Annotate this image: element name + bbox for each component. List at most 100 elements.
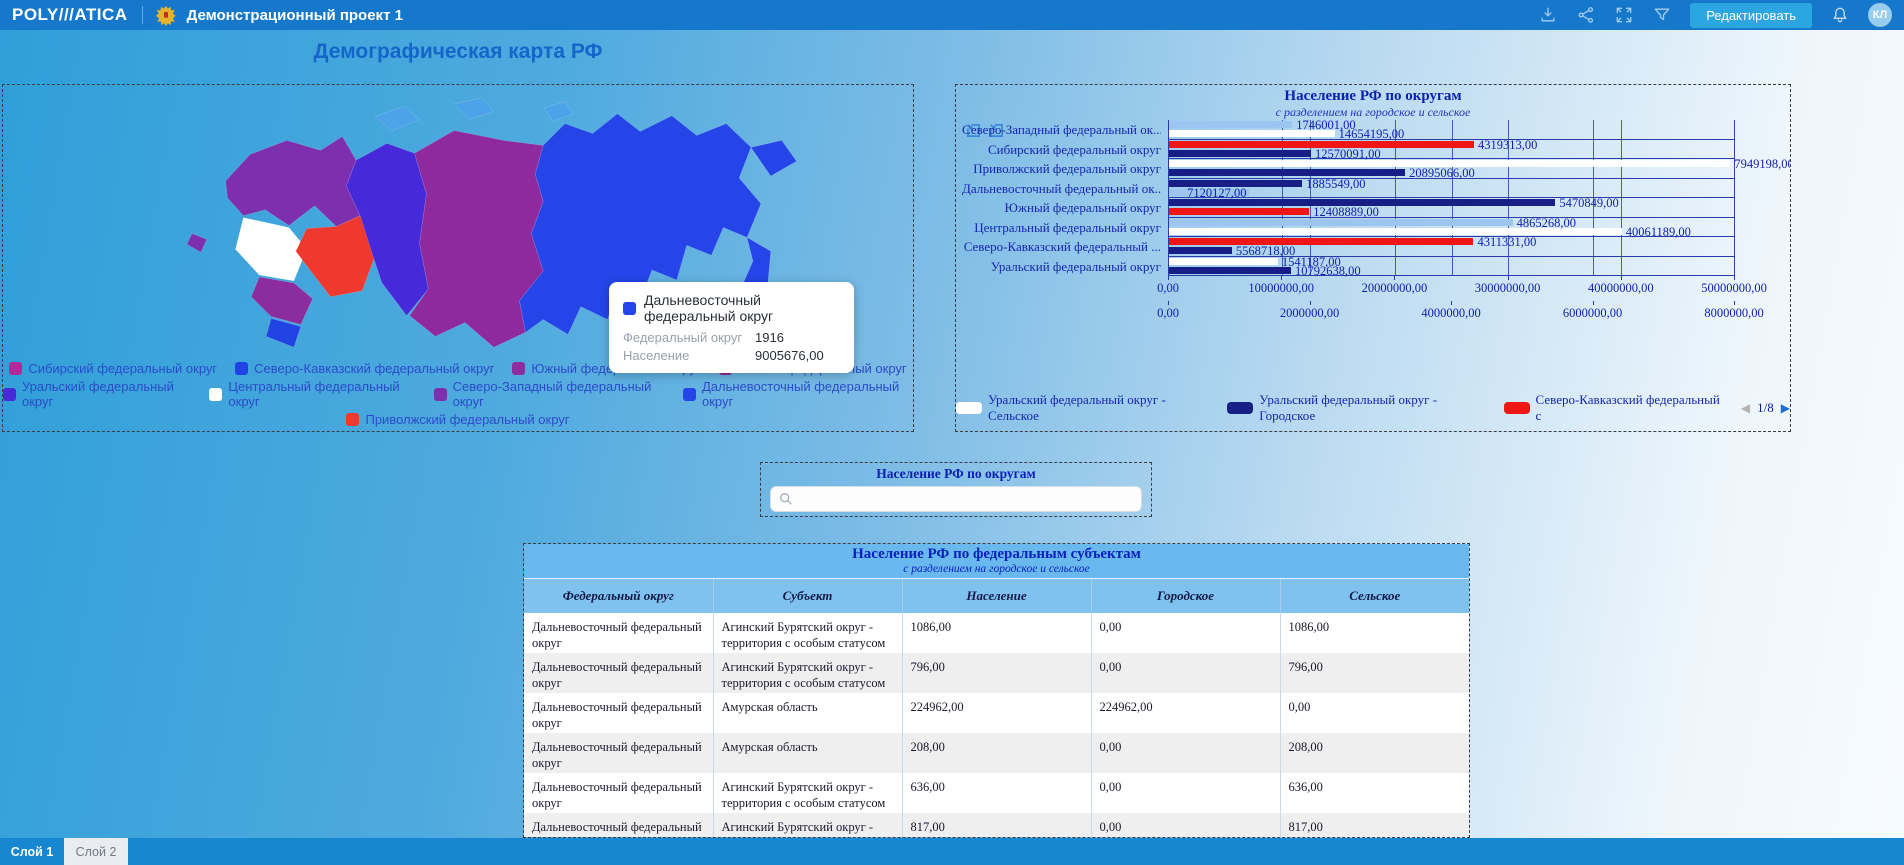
map-legend-item[interactable]: Сибирский федеральный округ [9,361,217,376]
table-column-header[interactable]: Субъект [713,579,902,613]
map-legend-row: Уральский федеральный округ Центральный ф… [3,379,913,409]
chart-row: 1885549,007120127,00 [1169,179,1734,199]
chart-bar[interactable] [1169,267,1291,274]
chart-row: 7949198,0020895066,00 [1169,159,1734,179]
table-row[interactable]: Дальневосточный федеральный округАгински… [524,613,1469,653]
gridline [1734,120,1735,276]
table-cell: Дальневосточный федеральный округ [524,613,713,653]
table-row[interactable]: Дальневосточный федеральный округАгински… [524,773,1469,813]
chart-row: 4311331,005568718,00 [1169,237,1734,257]
table-row[interactable]: Дальневосточный федеральный округАгински… [524,813,1469,838]
table-cell: Агинский Бурятский округ - территория с … [713,773,902,813]
legend-swatch [235,362,248,375]
download-icon[interactable] [1538,5,1558,25]
table-cell: Амурская область [713,693,902,733]
table-column-header[interactable]: Население [902,579,1091,613]
legend-swatch [512,362,525,375]
chart-axis-primary: 0,0010000000,0020000000,0030000000,00400… [1168,276,1734,298]
chart-legend-item[interactable]: Северо-Кавказский федеральный с [1504,392,1725,424]
axis-tick-label: 20000000,00 [1362,281,1428,296]
legend-swatch [346,413,359,426]
chart-category-label: Северо-Кавказский федеральный ... [962,237,1161,257]
chart-bar[interactable] [1169,121,1292,128]
table-cell: 817,00 [902,813,1091,838]
share-icon[interactable] [1576,5,1596,25]
chart-bar[interactable] [1169,219,1513,226]
legend-prev-icon[interactable]: ◀ [1741,401,1750,416]
table-column-header[interactable]: Сельское [1280,579,1469,613]
layer-tab-1[interactable]: Слой 1 [0,838,64,865]
axis-tick [1508,276,1509,280]
fullscreen-icon[interactable] [1614,5,1634,25]
chart-bar[interactable] [1169,258,1278,265]
map-district-severo-zapadny[interactable] [226,136,361,226]
legend-swatch [956,402,982,414]
axis-tick [1734,301,1735,305]
table-column-header[interactable]: Городское [1091,579,1280,613]
table-cell: 796,00 [902,653,1091,693]
chart-plot: 1746001,0014654195,004319313,0012570091,… [1168,120,1734,276]
chart-legend-item[interactable]: Уральский федеральный округ - Сельское [956,392,1215,424]
table-cell: Агинский Бурятский округ - территория с … [713,613,902,653]
legend-label: Северо-Западный федеральный округ [453,379,665,409]
legend-label: Уральский федеральный округ - Городское [1259,392,1491,424]
chart-bar-value: 10792638,00 [1295,264,1361,279]
chart-bar[interactable] [1169,238,1473,245]
table-row[interactable]: Дальневосточный федеральный округАмурска… [524,693,1469,733]
layer-tab-2[interactable]: Слой 2 [64,838,128,865]
axis-tick-label: 6000000,00 [1563,306,1622,321]
map-legend-item[interactable]: Приволжский федеральный округ [346,412,569,427]
legend-swatch [683,388,696,401]
chart-bar-value: 7949198,00 [1734,157,1791,172]
table-cell: Агинский Бурятский округ - территория с … [713,813,902,838]
map-district-kaliningrad[interactable] [187,233,207,252]
table-cell: 0,00 [1091,773,1280,813]
table-row[interactable]: Дальневосточный федеральный округАгински… [524,653,1469,693]
search-icon [779,492,793,506]
map-legend-item[interactable]: Уральский федеральный округ [3,379,191,409]
chart-category-label: Южный федеральный округ [962,198,1161,218]
map-legend-item[interactable]: Центральный федеральный округ [209,379,415,409]
project-title: Демонстрационный проект 1 [187,7,403,24]
map-region-chukotka[interactable] [751,140,797,176]
table-cell: Дальневосточный федеральный округ [524,693,713,733]
layer-tab-bar: Слой 1Слой 2 [0,838,1904,865]
chart-bar[interactable] [1169,150,1311,157]
data-table: Федеральный округСубъектНаселениеГородск… [524,579,1469,838]
axis-tick-label: 2000000,00 [1280,306,1339,321]
table-column-header[interactable]: Федеральный округ [524,579,713,613]
axis-tick-label: 0,00 [1157,281,1179,296]
table-cell: Дальневосточный федеральный округ [524,733,713,773]
search-input[interactable] [799,492,1133,507]
map-islands[interactable] [375,106,420,131]
axis-tick-label: 8000000,00 [1704,306,1763,321]
map-islands[interactable] [454,98,494,120]
table-title: Население РФ по федеральным субъектам [524,546,1469,563]
legend-swatch [9,362,22,375]
chart-row: 1541187,0010792638,00 [1169,257,1734,277]
table-row[interactable]: Дальневосточный федеральный округАмурска… [524,733,1469,773]
chart-legend-item[interactable]: Уральский федеральный округ - Городское [1227,392,1491,424]
avatar[interactable]: КЛ [1868,3,1892,27]
map-legend-item[interactable]: Северо-Западный федеральный округ [434,379,665,409]
map-district-central[interactable] [235,218,306,281]
map-district-yuzhny[interactable] [251,277,312,324]
app-logo: POLY///ATICA [0,5,142,25]
map-legend-item[interactable]: Северо-Кавказский федеральный округ [235,361,494,376]
map-legend-item[interactable]: Дальневосточный федеральный округ [683,379,913,409]
edit-button[interactable]: Редактировать [1690,3,1812,28]
legend-next-icon[interactable]: ▶ [1781,401,1790,416]
map-islands[interactable] [544,102,573,122]
table-cell: Агинский Бурятский округ - территория с … [713,653,902,693]
legend-label: Центральный федеральный округ [228,379,415,409]
filter-icon[interactable] [1652,5,1672,25]
search-box[interactable] [770,486,1142,512]
topbar-separator [142,6,143,24]
table-cell: Дальневосточный федеральный округ [524,813,713,838]
chart-bar[interactable] [1169,169,1405,176]
table-cell: 208,00 [1280,733,1469,773]
chart-bar[interactable] [1169,208,1309,215]
chart-title: Население РФ по округам [956,88,1790,105]
chart-bar[interactable] [1169,247,1232,254]
bell-icon[interactable] [1830,5,1850,25]
